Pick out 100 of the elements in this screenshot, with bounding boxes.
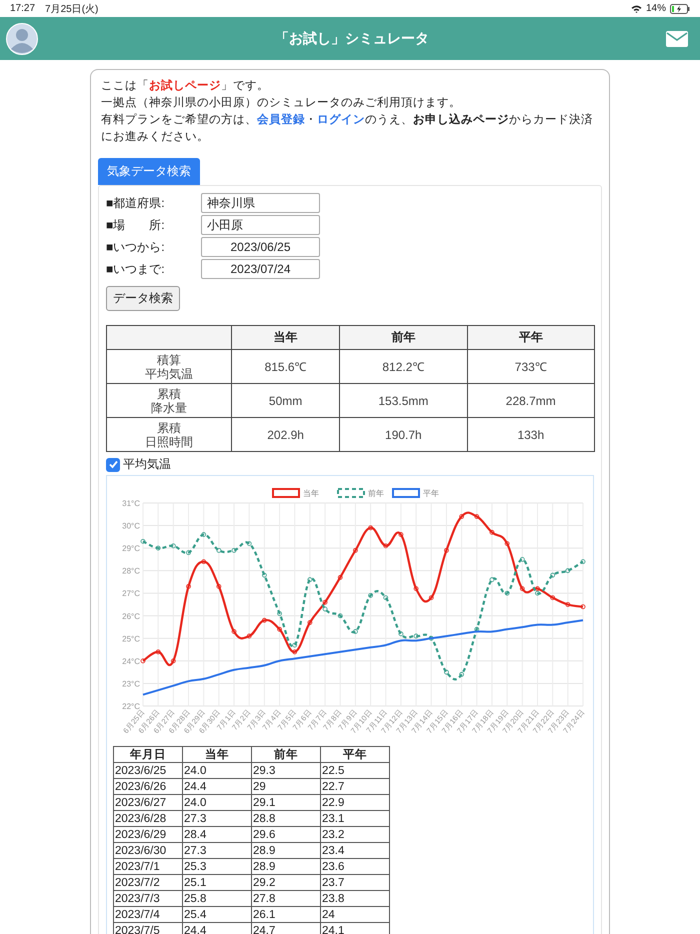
point — [262, 572, 267, 578]
wifi-icon — [630, 4, 642, 12]
avatar-icon[interactable] — [6, 22, 38, 54]
table-header: 前年 — [340, 326, 468, 350]
table-cell: 28.8 — [252, 810, 320, 826]
axis-label: 23°C — [122, 679, 140, 688]
point — [398, 532, 404, 537]
input-field[interactable]: 神奈川県 — [201, 193, 320, 213]
table-cell: 28.4 — [182, 826, 252, 842]
table-cell: 2023/6/30 — [114, 842, 182, 858]
row-label: 日照時間 — [144, 434, 194, 448]
table-cell: 24.4 — [182, 922, 252, 934]
table-cell: 25.4 — [182, 906, 252, 922]
table-cell: 22.5 — [320, 762, 390, 778]
table-cell: 29.6 — [252, 826, 320, 842]
point — [246, 541, 252, 546]
tab[interactable]: 気象データ検索 — [98, 158, 200, 185]
table-cell: 26.1 — [252, 906, 320, 922]
link[interactable]: ログイン — [317, 114, 365, 126]
table-header: 前年 — [252, 746, 320, 762]
mail-icon[interactable] — [666, 30, 688, 46]
field-label: ■都道府県: — [106, 194, 166, 212]
table-header: 平年 — [320, 746, 390, 762]
table-cell: 2023/7/5 — [114, 922, 182, 934]
table-cell: 24.0 — [182, 762, 252, 778]
axis-label: 30°C — [122, 522, 140, 531]
table-cell: 24.7 — [252, 922, 320, 934]
axis-label: 25°C — [122, 634, 140, 644]
table-header: 当年 — [232, 326, 340, 350]
point — [414, 586, 419, 592]
table-cell: 24.4 — [182, 778, 252, 794]
intro-text: 有料プランをご希望の方は、会員登録・ログインのうえ、お申し込みページからカード決済にお進みください。 — [100, 112, 594, 145]
point — [140, 658, 146, 664]
point — [307, 620, 312, 625]
input-field[interactable]: 2023/07/24 — [201, 259, 320, 279]
point — [201, 559, 206, 564]
axis-label: 27°C — [122, 589, 140, 598]
point — [322, 606, 328, 612]
point — [368, 525, 373, 530]
checkbox[interactable] — [106, 458, 120, 472]
table-cell: 133h — [467, 418, 594, 452]
point — [277, 626, 282, 632]
table-cell: 29.2 — [252, 874, 320, 890]
point — [186, 550, 191, 556]
table-cell: 2023/6/25 — [114, 762, 182, 778]
table-cell: 23.1 — [320, 810, 390, 826]
axis-label: 24°C — [122, 656, 140, 666]
axis-label: 22°C — [122, 702, 140, 711]
status-date: 7月25日(火) — [45, 2, 98, 16]
table-cell: 815.6℃ — [232, 350, 340, 384]
search-button[interactable]: データ検索 — [106, 286, 180, 311]
point — [459, 672, 464, 677]
table-cell: 2023/6/26 — [114, 778, 182, 794]
legend-label: 平年 — [423, 489, 439, 498]
table-cell: 25.1 — [182, 874, 252, 890]
point — [232, 629, 236, 634]
table-cell: 24.0 — [182, 794, 252, 810]
point — [490, 530, 494, 535]
table-cell: 2023/7/3 — [114, 890, 182, 906]
point — [368, 593, 373, 598]
input-field[interactable]: 小田原 — [201, 215, 320, 235]
axis-label: 28°C — [122, 566, 140, 576]
table-cell: 28.9 — [252, 858, 320, 874]
point — [156, 649, 161, 654]
link[interactable]: 会員登録 — [257, 114, 305, 126]
table-cell: 2023/6/29 — [114, 826, 182, 842]
point — [383, 543, 388, 548]
status-time: 17:27 — [10, 3, 36, 14]
table-cell: 27.3 — [182, 810, 252, 826]
table-cell: 27.8 — [252, 890, 320, 906]
table-cell: 25.3 — [182, 858, 252, 874]
axis-label: 26°C — [122, 612, 140, 621]
axis-label: 31°C — [122, 499, 140, 508]
point — [246, 634, 252, 638]
point — [444, 548, 449, 553]
table-cell: 733℃ — [467, 350, 594, 384]
page-title: 「お試し」シミュレータ — [274, 30, 430, 48]
legend-swatch — [392, 488, 420, 498]
input-field[interactable]: 2023/06/25 — [201, 237, 320, 257]
point — [262, 618, 267, 623]
legend-label: 当年 — [303, 489, 319, 498]
point — [565, 602, 570, 607]
point — [292, 642, 298, 648]
table-header: 当年 — [182, 746, 252, 762]
point — [277, 611, 282, 616]
legend-label: 前年 — [368, 489, 384, 498]
row-label: 累積 — [156, 420, 182, 434]
point — [170, 543, 176, 548]
table-cell: 2023/7/1 — [114, 858, 182, 874]
point — [504, 590, 510, 596]
point — [565, 568, 570, 574]
table-cell: 2023/7/2 — [114, 874, 182, 890]
table-cell: 23.6 — [320, 858, 390, 874]
point — [307, 577, 312, 582]
point — [520, 556, 525, 562]
battery-icon — [670, 4, 690, 14]
row-label: 積算 — [156, 352, 182, 366]
table-cell: 2023/6/27 — [114, 794, 182, 810]
field-label: ■場 所: — [106, 216, 166, 234]
point — [156, 546, 161, 551]
